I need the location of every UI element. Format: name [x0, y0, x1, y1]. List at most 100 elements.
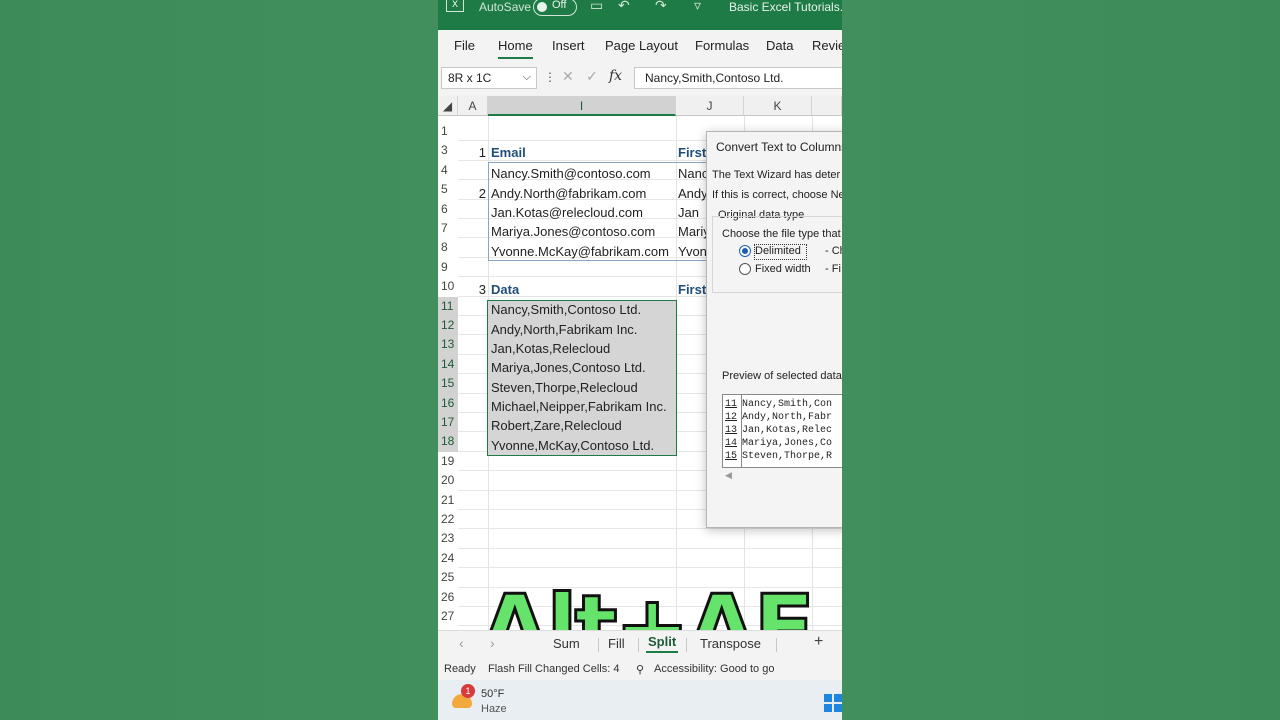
row-header-13[interactable]: 13 [438, 335, 458, 355]
row-header-16[interactable]: 16 [438, 393, 458, 413]
row-header-1[interactable]: 1 [438, 122, 458, 141]
row-header-21[interactable]: 21 [438, 491, 458, 510]
row-header-3[interactable]: 3 [438, 141, 458, 160]
chevron-down-icon[interactable]: ⌵ [523, 71, 531, 84]
column-header-k[interactable]: K [744, 96, 812, 116]
windows-start-icon[interactable] [824, 694, 842, 712]
row-header-24[interactable]: 24 [438, 549, 458, 568]
email-cell[interactable]: Mariya.Jones@contoso.com [491, 222, 655, 241]
first-name-cell[interactable]: Andy [678, 184, 708, 203]
chevron-left-icon[interactable]: ‹ [459, 635, 464, 651]
delimited-label[interactable]: Delimited [755, 245, 801, 257]
sheet-tab-transpose[interactable]: Transpose [700, 636, 761, 651]
email-cell[interactable]: Yvonne.McKay@fabrikam.com [491, 242, 669, 261]
row-header-19[interactable]: 19 [438, 452, 458, 471]
first-name-cell[interactable]: Mariy [678, 222, 710, 241]
data-cell[interactable]: Nancy,Smith,Contoso Ltd. [491, 300, 641, 319]
save-icon[interactable]: ▭ [590, 0, 603, 14]
row-header-10[interactable]: 10 [438, 277, 458, 296]
data-cell[interactable]: Yvonne,McKay,Contoso Ltd. [491, 436, 654, 455]
row-header-11[interactable]: 11 [438, 296, 458, 316]
tab-page-layout[interactable]: Page Layout [605, 38, 678, 53]
cancel-icon[interactable]: ✕ [562, 68, 574, 85]
row-header-9[interactable]: 9 [438, 258, 458, 277]
dialog-instruction: If this is correct, choose Ne [712, 189, 842, 201]
row-header-26[interactable]: 26 [438, 588, 458, 607]
data-cell[interactable]: Andy,North,Fabrikam Inc. [491, 320, 637, 339]
email-cell[interactable]: Nancy.Smith@contoso.com [491, 164, 651, 183]
column-header-i[interactable]: I [488, 96, 676, 116]
data-cell[interactable]: Robert,Zare,Relecloud [491, 416, 622, 435]
row-header-5[interactable]: 5 [438, 180, 458, 199]
customize-quick-access-icon[interactable]: ▿ [694, 0, 701, 14]
select-all-corner[interactable]: ◢ [438, 96, 458, 116]
row-header-6[interactable]: 6 [438, 200, 458, 219]
first-name-cell[interactable]: Yvon [678, 242, 707, 261]
file-name: Basic Excel Tutorials.xlsx [729, 0, 842, 14]
column-header-j[interactable]: J [676, 96, 744, 116]
sheet-tab-sum[interactable]: Sum [553, 636, 580, 651]
column-header-a[interactable]: A [458, 96, 488, 116]
tab-file[interactable]: File [454, 38, 475, 53]
row-header-14[interactable]: 14 [438, 354, 458, 375]
fixed-width-description: - Fi [825, 263, 841, 275]
row-header-12[interactable]: 12 [438, 316, 458, 336]
preview-row: Nancy,Smith,Con [742, 399, 833, 410]
row-header-18[interactable]: 18 [438, 432, 458, 452]
row-header-22[interactable]: 22 [438, 510, 458, 529]
more-options-icon[interactable]: ⋮ [544, 70, 556, 84]
email-cell[interactable]: Andy.North@fabrikam.com [491, 184, 646, 203]
name-box[interactable]: 8R x 1C ⌵ [441, 67, 537, 89]
delimited-radio[interactable] [739, 245, 751, 257]
insert-function-icon[interactable]: fx [609, 68, 622, 84]
row-header-23[interactable]: 23 [438, 529, 458, 548]
tab-divider [776, 638, 777, 652]
chevron-right-icon[interactable]: › [490, 635, 495, 651]
row-header-27[interactable]: 27 [438, 607, 458, 626]
convert-text-to-columns-dialog[interactable]: Convert Text to Columns The Text Wizard … [706, 131, 842, 528]
first-name-cell[interactable]: Nanc [678, 164, 708, 183]
row-header-8[interactable]: 8 [438, 238, 458, 257]
tab-home[interactable]: Home [498, 38, 533, 59]
data-preview-box[interactable]: 11 Nancy,Smith,Con 12 Andy,North,Fabr 13… [722, 394, 842, 468]
sheet-tab-split[interactable]: Split [645, 634, 679, 653]
tab-formulas[interactable]: Formulas [695, 38, 749, 53]
row-header-25[interactable]: 25 [438, 568, 458, 587]
autosave-toggle[interactable]: Off [533, 0, 577, 16]
formula-input[interactable]: Nancy,Smith,Contoso Ltd. [634, 67, 842, 89]
row-header-15[interactable]: 15 [438, 374, 458, 394]
column-header-next[interactable] [812, 96, 842, 116]
data-header[interactable]: Data [491, 280, 519, 299]
sheet-tab-fill[interactable]: Fill [608, 636, 625, 651]
first-header[interactable]: First [678, 143, 706, 162]
worksheet-grid[interactable]: ◢ A I J K 1 3 4 5 6 7 8 9 10 11 12 13 14 15 16 17 18 19 20… [438, 96, 842, 675]
data-cell[interactable]: Jan,Kotas,Relecloud [491, 339, 610, 358]
tab-review[interactable]: Review [812, 38, 842, 53]
tab-data[interactable]: Data [766, 38, 793, 53]
row-header-4[interactable]: 4 [438, 161, 458, 180]
undo-icon[interactable]: ↶ [618, 0, 630, 14]
add-sheet-icon[interactable]: + [814, 633, 823, 651]
fixed-width-label[interactable]: Fixed width [755, 263, 811, 275]
data-cell[interactable]: Mariya,Jones,Contoso Ltd. [491, 358, 646, 377]
row-header-20[interactable]: 20 [438, 471, 458, 490]
fixed-width-radio[interactable] [739, 263, 751, 275]
accessibility-icon: ⚲ [636, 664, 645, 676]
email-header[interactable]: Email [491, 143, 526, 162]
notification-badge: 1 [461, 684, 475, 698]
preview-row: Mariya,Jones,Co [742, 438, 833, 449]
email-cell[interactable]: Jan.Kotas@relecloud.com [491, 203, 643, 222]
row-header-17[interactable]: 17 [438, 413, 458, 433]
data-cell[interactable]: Steven,Thorpe,Relecloud [491, 378, 638, 397]
section-number: 1 [478, 145, 486, 160]
data-cell[interactable]: Michael,Neipper,Fabrikam Inc. [491, 397, 667, 416]
row-header-7[interactable]: 7 [438, 219, 458, 238]
first-header[interactable]: First [678, 280, 706, 299]
weather-temperature[interactable]: 50°F [481, 688, 504, 700]
tab-insert[interactable]: Insert [552, 38, 585, 53]
redo-icon[interactable]: ↷ [655, 0, 667, 14]
first-name-cell[interactable]: Jan [678, 203, 699, 222]
scroll-left-icon[interactable]: ◀ [725, 470, 732, 481]
status-accessibility[interactable]: Accessibility: Good to go [654, 663, 774, 675]
enter-check-icon[interactable]: ✓ [586, 68, 598, 85]
